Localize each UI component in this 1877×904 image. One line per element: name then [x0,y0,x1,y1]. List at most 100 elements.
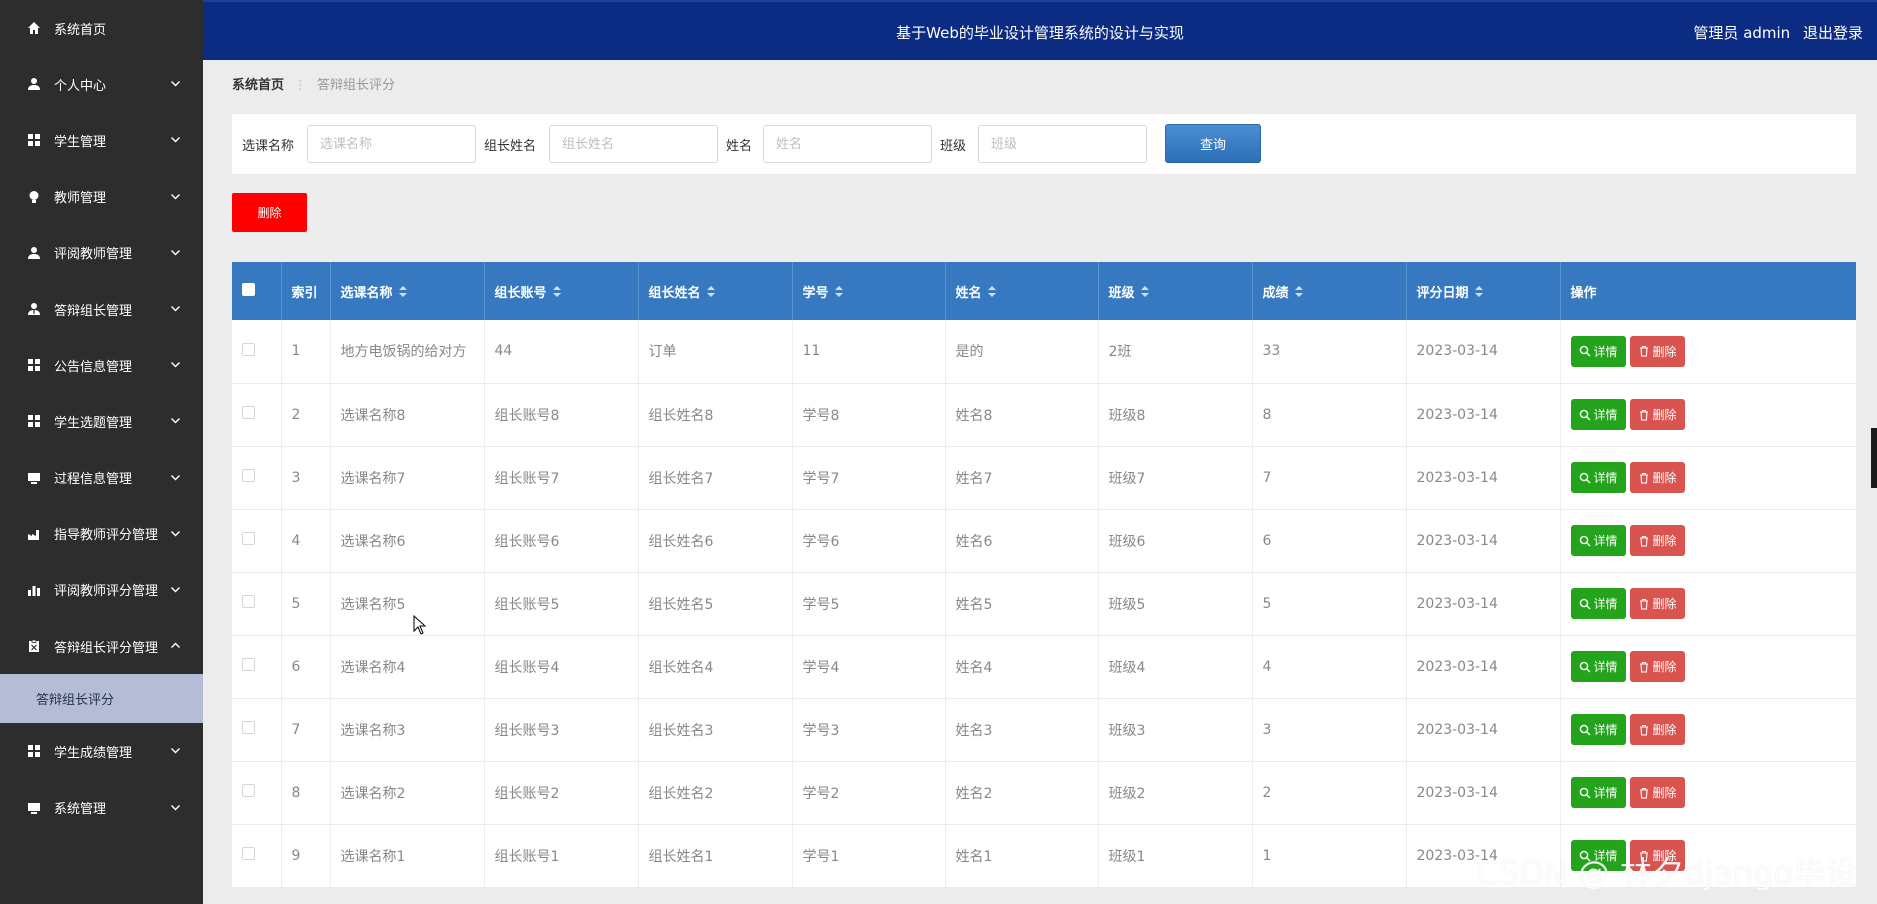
col-header-score[interactable]: 成绩 [1252,262,1407,320]
student-name-input[interactable] [763,125,932,163]
sidebar-item[interactable]: 指导教师评分管理 [0,506,203,562]
sidebar-item[interactable]: 公告信息管理 [0,337,203,393]
sidebar-item[interactable]: 系统管理 [0,779,203,835]
sidebar-item[interactable]: 学生选题管理 [0,393,203,449]
detail-button[interactable]: 详情 [1570,462,1626,493]
chevron-down-icon[interactable] [170,78,181,89]
row-checkbox[interactable] [242,784,255,797]
trash-icon [1639,472,1648,484]
chevron-down-icon[interactable] [170,134,181,145]
sidebar-item[interactable]: 个人中心 [0,56,203,112]
sidebar-item[interactable]: 答辩组长管理 [0,281,203,337]
delete-button[interactable]: 删除 [1629,588,1685,619]
sidebar-item[interactable]: 学生成绩管理 [0,723,203,779]
search-icon [1579,535,1590,546]
row-checkbox[interactable] [242,847,255,860]
breadcrumb-home[interactable]: 系统首页 [232,78,284,93]
table-cell: 学号2 [792,761,946,824]
sort-icon[interactable] [706,285,715,301]
table-cell: 8 [1252,383,1407,446]
sidebar-item[interactable]: 学生管理 [0,112,203,168]
chevron-down-icon[interactable] [170,415,181,426]
col-header-name[interactable]: 姓名 [945,262,1099,320]
col-header-class[interactable]: 班级 [1098,262,1253,320]
page-scrollbar-thumb[interactable] [1871,428,1877,488]
row-checkbox[interactable] [242,595,255,608]
delete-button[interactable]: 删除 [1629,462,1685,493]
monitor-icon [27,471,41,485]
sort-icon[interactable] [1294,285,1303,301]
chevron-down-icon[interactable] [170,745,181,756]
table-cell: 5 [281,572,331,635]
row-checkbox[interactable] [242,532,255,545]
sort-icon[interactable] [834,285,843,301]
chevron-down-icon[interactable] [170,191,181,202]
table-cell: 姓名4 [945,635,1099,698]
sidebar-item-label: 评阅教师管理 [54,247,133,263]
detail-button[interactable]: 详情 [1570,525,1626,556]
trash-icon [1639,346,1648,357]
row-actions: 详情 删除 [1560,383,1856,446]
chevron-down-icon[interactable] [170,584,181,595]
detail-button[interactable]: 详情 [1570,651,1626,682]
sidebar-subitem-leader-score[interactable]: 答辩组长评分 [0,674,203,724]
sidebar-item[interactable]: 答辩组长评分管理 [0,618,203,674]
chevron-down-icon[interactable] [170,359,181,370]
chevron-down-icon[interactable] [170,528,181,539]
row-checkbox[interactable] [242,342,255,356]
chevron-down-icon[interactable] [170,472,181,483]
sort-icon[interactable] [987,285,996,301]
chevron-down-icon[interactable] [170,303,181,314]
logout-link[interactable]: 退出登录 [1803,24,1863,42]
sidebar-item[interactable]: 评阅教师管理 [0,225,203,281]
sort-icon[interactable] [552,285,561,301]
delete-button[interactable]: 删除 [1629,651,1685,682]
detail-button[interactable]: 详情 [1570,335,1626,367]
batch-delete-button[interactable]: 删除 [232,193,307,232]
row-checkbox[interactable] [242,658,255,671]
col-header-leader-account[interactable]: 组长账号 [484,262,639,320]
row-actions: 详情 删除 [1560,320,1856,383]
sidebar-item-label: 学生选题管理 [54,415,133,431]
table-cell: 2023-03-14 [1406,320,1561,383]
detail-button[interactable]: 详情 [1570,777,1626,808]
detail-button[interactable]: 详情 [1570,714,1626,745]
col-header-actions: 操作 [1560,262,1856,320]
leader-name-input[interactable] [549,125,718,163]
table-cell: 选课名称2 [330,761,485,824]
col-header-leader-name[interactable]: 组长姓名 [638,262,793,320]
delete-button[interactable]: 删除 [1629,525,1685,556]
sidebar-item[interactable]: 教师管理 [0,169,203,225]
chevron-up-icon[interactable] [170,640,181,651]
sort-icon[interactable] [1140,285,1149,301]
delete-button[interactable]: 删除 [1629,335,1685,367]
sort-icon[interactable] [1474,285,1483,301]
chevron-down-icon[interactable] [170,247,181,258]
col-header-course[interactable]: 选课名称 [330,262,485,320]
table-cell: 班级7 [1098,446,1253,509]
sidebar-item[interactable]: 过程信息管理 [0,450,203,506]
delete-button[interactable]: 删除 [1629,399,1685,430]
row-checkbox[interactable] [242,469,255,482]
class-input[interactable] [978,125,1147,163]
col-header-date[interactable]: 评分日期 [1406,262,1561,320]
score-table: 索引 选课名称 组长账号 组长姓名 学号 姓名 班级 成绩 评分日期 操作 1地… [232,262,1856,887]
table-cell: 选课名称4 [330,635,485,698]
row-actions: 详情 删除 [1560,698,1856,761]
col-header-student-id[interactable]: 学号 [792,262,946,320]
chevron-down-icon[interactable] [170,802,181,813]
table-cell: 组长姓名4 [638,635,793,698]
detail-button[interactable]: 详情 [1570,399,1626,430]
table-cell: 班级4 [1098,635,1253,698]
sidebar-item[interactable]: 系统首页 [0,0,203,56]
sidebar-item[interactable]: 评阅教师评分管理 [0,562,203,618]
delete-button[interactable]: 删除 [1629,777,1685,808]
query-button[interactable]: 查询 [1165,124,1261,163]
row-checkbox[interactable] [242,406,255,419]
sort-icon[interactable] [398,285,407,301]
delete-button[interactable]: 删除 [1629,714,1685,745]
row-checkbox[interactable] [242,721,255,734]
detail-button[interactable]: 详情 [1570,588,1626,619]
select-all-checkbox[interactable] [242,282,255,296]
course-name-input[interactable] [307,125,476,163]
